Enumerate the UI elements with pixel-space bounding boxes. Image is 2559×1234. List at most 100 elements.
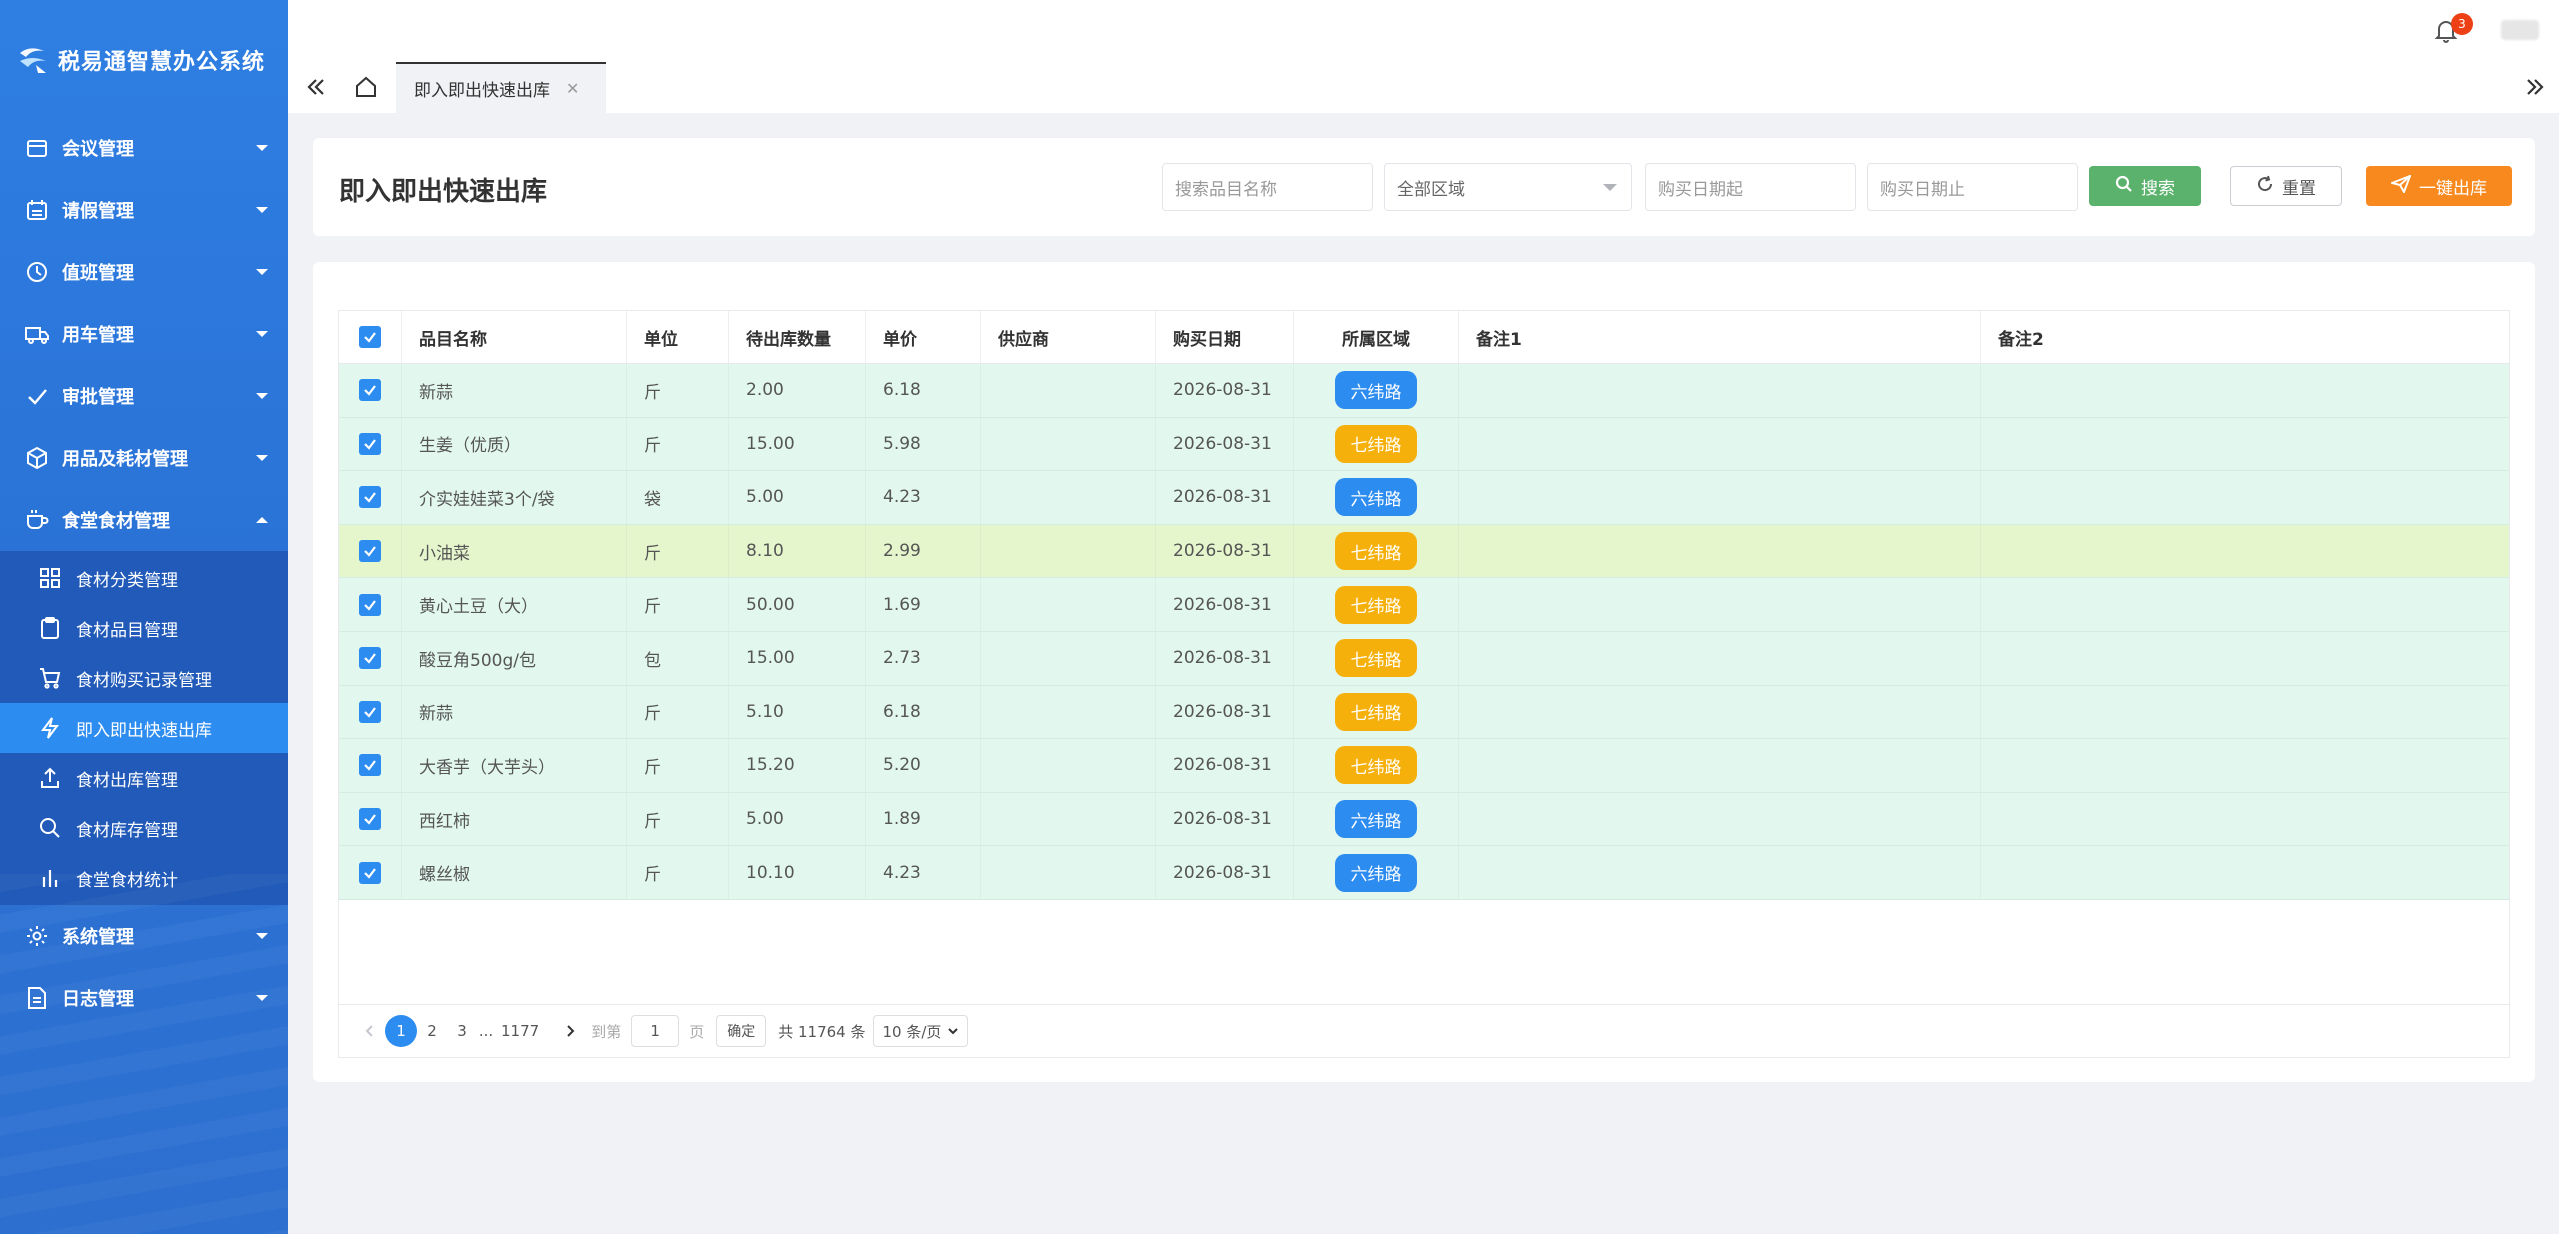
item-name-cell: 生姜（优质） [402,418,627,471]
sidebar-item-leave[interactable]: 请假管理 [0,179,288,241]
table-row[interactable]: 新蒜斤 5.10 6.18 2026-08-31 七纬路 [339,685,2511,740]
page-number[interactable]: 1177 [495,1016,545,1046]
page-suffix-label: 页 [689,1022,705,1041]
row-checkbox-cell [339,364,402,417]
remark2-cell [1981,793,2511,846]
row-checkbox[interactable] [359,486,381,509]
sidebar-subitem-stats[interactable]: 食堂食材统计 [0,853,288,903]
select-all-checkbox[interactable] [359,326,381,348]
remark2-cell [1981,471,2511,524]
filter-bar: 即入即出快速出库 搜索品目名称 全部区域 购买日期起 购买日期止 搜索 重置 一… [313,138,2535,236]
date-end-input[interactable]: 购买日期止 [1867,163,2078,211]
search-input[interactable]: 搜索品目名称 [1162,163,1373,211]
close-icon[interactable]: ✕ [566,79,579,98]
date-start-input[interactable]: 购买日期起 [1645,163,1856,211]
chevron-right-icon[interactable] [555,1016,585,1046]
item-name-cell: 小油菜 [402,525,627,578]
sidebar-item-canteen[interactable]: 食堂食材管理 [0,489,288,551]
column-header[interactable]: 备注2 [1981,311,2511,363]
table-row[interactable]: 黄心土豆（大）斤 50.00 1.69 2026-08-31 七纬路 [339,578,2509,632]
item-name-cell: 介实娃娃菜3个/袋 [402,471,627,524]
double-chevron-left-icon[interactable] [302,73,330,101]
sidebar-subitem-items[interactable]: 食材品目管理 [0,603,288,653]
one-click-out-button[interactable]: 一键出库 [2366,166,2512,206]
page-number-current[interactable]: 1 [385,1015,417,1047]
sidebar-subitem-inventory[interactable]: 食材库存管理 [0,803,288,853]
sidebar-item-supplies[interactable]: 用品及耗材管理 [0,427,288,489]
table-row[interactable]: 西红柿斤 5.00 1.89 2026-08-31 六纬路 [339,792,2511,847]
column-header[interactable]: 备注1 [1459,311,1981,363]
quantity-cell: 8.10 [729,525,866,578]
reset-button-label: 重置 [2282,178,2316,199]
sidebar-item-logs[interactable]: 日志管理 [0,967,288,1029]
remark2-cell [1981,418,2511,471]
unit-cell: 斤 [627,364,729,417]
row-checkbox[interactable] [359,754,381,777]
row-checkbox[interactable] [359,861,381,884]
row-checkbox[interactable] [359,593,381,616]
double-chevron-right-icon[interactable] [2521,73,2549,101]
reset-button[interactable]: 重置 [2230,166,2342,206]
avatar[interactable] [2501,20,2539,40]
table-row[interactable]: 大香芋（大芋头）斤 15.20 5.20 2026-08-31 七纬路 [339,739,2509,793]
search-button[interactable]: 搜索 [2089,166,2201,206]
search-button-label: 搜索 [2141,178,2175,199]
page-number[interactable]: 2 [417,1016,447,1046]
sidebar-item-system[interactable]: 系统管理 [0,905,288,967]
table-row[interactable]: 酸豆角500g/包包 15.00 2.73 2026-08-31 七纬路 [339,631,2509,686]
sidebar-subitem-quick-out[interactable]: 即入即出快速出库 [0,703,288,753]
row-checkbox[interactable] [359,647,381,670]
column-header[interactable]: 单价 [866,311,981,363]
goto-page-input[interactable]: 1 [631,1015,680,1047]
table-row[interactable]: 新蒜斤 2.00 6.18 2026-08-31 六纬路 [339,364,2509,418]
item-name-cell: 新蒜 [402,364,627,417]
quantity-cell: 15.00 [729,418,866,471]
sidebar-item-duty[interactable]: 值班管理 [0,241,288,303]
area-tag: 七纬路 [1335,424,1417,463]
tab-quick-out[interactable]: 即入即出快速出库 ✕ [396,62,606,113]
table-row[interactable]: 生姜（优质）斤 15.00 5.98 2026-08-31 七纬路 [339,417,2511,472]
row-checkbox[interactable] [359,540,381,563]
sidebar-subitem-purchases[interactable]: 食材购买记录管理 [0,653,288,703]
sidebar-subitem-outbound[interactable]: 食材出库管理 [0,753,288,803]
home-icon[interactable] [352,73,380,101]
row-checkbox[interactable] [359,379,381,402]
area-tag: 七纬路 [1335,585,1417,624]
column-header[interactable]: 待出库数量 [729,311,866,363]
notification-badge: 3 [2451,13,2473,35]
remark1-cell [1459,632,1981,685]
column-header[interactable]: 单位 [627,311,729,363]
column-header[interactable]: 品目名称 [402,311,627,363]
table-row[interactable]: 小油菜斤 8.10 2.99 2026-08-31 七纬路 [339,524,2509,579]
top-bar: 3 即入即出快速出库 ✕ [288,0,2559,113]
sidebar-item-vehicles[interactable]: 用车管理 [0,303,288,365]
table-row[interactable]: 螺丝椒斤 10.10 4.23 2026-08-31 六纬路 [339,846,2509,900]
chevron-left-icon[interactable] [355,1016,385,1046]
price-cell: 1.69 [866,578,981,631]
check-icon [24,383,50,409]
data-table: 品目名称 单位 待出库数量 单价 供应商 购买日期 所属区域 备注1 备注2 新… [338,310,2510,1058]
column-header[interactable]: 供应商 [981,311,1156,363]
area-cell: 七纬路 [1294,418,1459,471]
area-select[interactable]: 全部区域 [1384,163,1632,211]
sidebar-item-label: 用品及耗材管理 [62,449,188,470]
goto-confirm-button[interactable]: 确定 [716,1015,767,1047]
column-header[interactable]: 所属区域 [1294,311,1459,363]
sidebar-item-meetings[interactable]: 会议管理 [0,117,288,179]
remark2-cell [1981,739,2511,792]
table-row[interactable]: 介实娃娃菜3个/袋袋 5.00 4.23 2026-08-31 六纬路 [339,471,2509,525]
remark2-cell [1981,686,2511,739]
sidebar-item-approvals[interactable]: 审批管理 [0,365,288,427]
sidebar-subitem-categories[interactable]: 食材分类管理 [0,553,288,603]
page-ellipsis[interactable]: ... [477,1016,495,1046]
column-header[interactable]: 购买日期 [1156,311,1294,363]
sidebar-subitem-label: 即入即出快速出库 [76,720,212,741]
page-number[interactable]: 3 [447,1016,477,1046]
row-checkbox[interactable] [359,808,381,831]
app-logo[interactable]: 税易通智慧办公系统 [16,40,265,80]
remark2-cell [1981,846,2511,899]
row-checkbox[interactable] [359,700,381,723]
row-checkbox[interactable] [359,432,381,455]
page-size-select[interactable]: 10 条/页 [873,1015,969,1047]
chevron-down-icon [256,393,268,399]
